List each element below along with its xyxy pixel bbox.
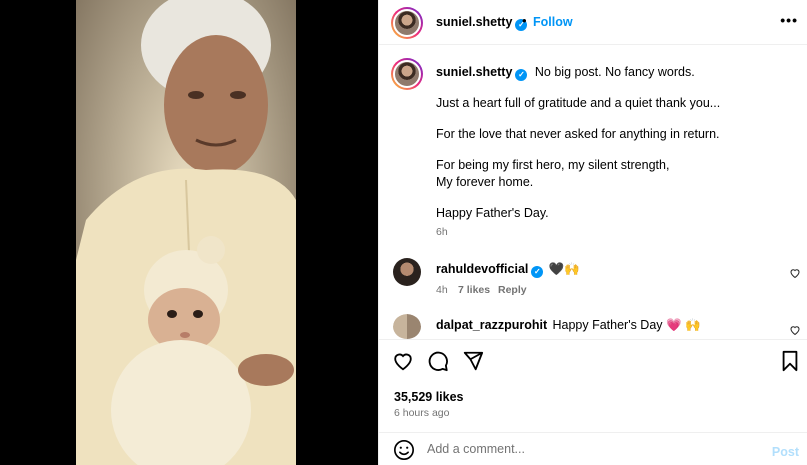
comment-text: Happy Father's Day 💗 🙌 [552,318,701,332]
post-media-pane [0,0,378,465]
post-header: suniel.shetty ✓ • Follow ••• [379,0,807,45]
caption-line: Just a heart full of gratitude and a qui… [436,96,721,110]
heart-icon[interactable] [392,350,414,372]
comment-reply-button[interactable]: Reply [498,284,527,296]
heart-outline-icon[interactable] [789,324,801,336]
emoji-icon[interactable] [393,439,415,461]
comment-username[interactable]: dalpat_razzpurohit [436,318,547,332]
caption-avatar[interactable] [391,58,423,90]
post-photo[interactable] [76,0,296,465]
comment-username[interactable]: rahuldevofficial [436,262,528,276]
bookmark-icon[interactable] [780,350,800,372]
comment-input[interactable] [427,442,747,456]
heart-outline-icon[interactable] [789,267,801,279]
caption-line: For being my first hero, my silent stren… [436,158,670,172]
comment-avatar[interactable] [393,258,421,286]
author-avatar[interactable] [391,7,423,39]
comment-text: 🖤🙌 [548,262,580,276]
comment-likes[interactable]: 7 likes [458,284,490,296]
comment-time[interactable]: 4h [436,284,448,296]
post-side-panel: suniel.shetty ✓ • Follow ••• suniel.shett… [378,0,807,465]
more-options-icon[interactable]: ••• [780,12,798,28]
verified-badge-icon: ✓ [515,69,528,81]
caption-timestamp[interactable]: 6h [436,226,448,238]
verified-badge-icon: ✓ [531,266,544,278]
post-comment-button[interactable]: Post [772,445,799,459]
author-username-text[interactable]: suniel.shetty [436,15,512,29]
caption-line: My forever home. [436,175,534,189]
share-icon[interactable] [462,350,484,372]
post-age: 6 hours ago [394,407,450,419]
caption-username[interactable]: suniel.shetty [436,65,512,79]
add-comment-bar: Post [379,432,807,465]
post-actions: 35,529 likes 6 hours ago Post [379,339,807,465]
caption-line: For the love that never asked for anythi… [436,127,720,141]
caption-line: Happy Father's Day. [436,206,549,220]
follow-button[interactable]: Follow [533,15,573,29]
comment-icon[interactable] [427,350,449,372]
author-username[interactable]: suniel.shetty ✓ [436,15,528,31]
likes-count[interactable]: 35,529 likes [394,390,464,404]
comment-avatar[interactable] [393,314,421,339]
separator-dot: • [522,13,527,28]
caption-first-line: No big post. No fancy words. [534,65,695,79]
